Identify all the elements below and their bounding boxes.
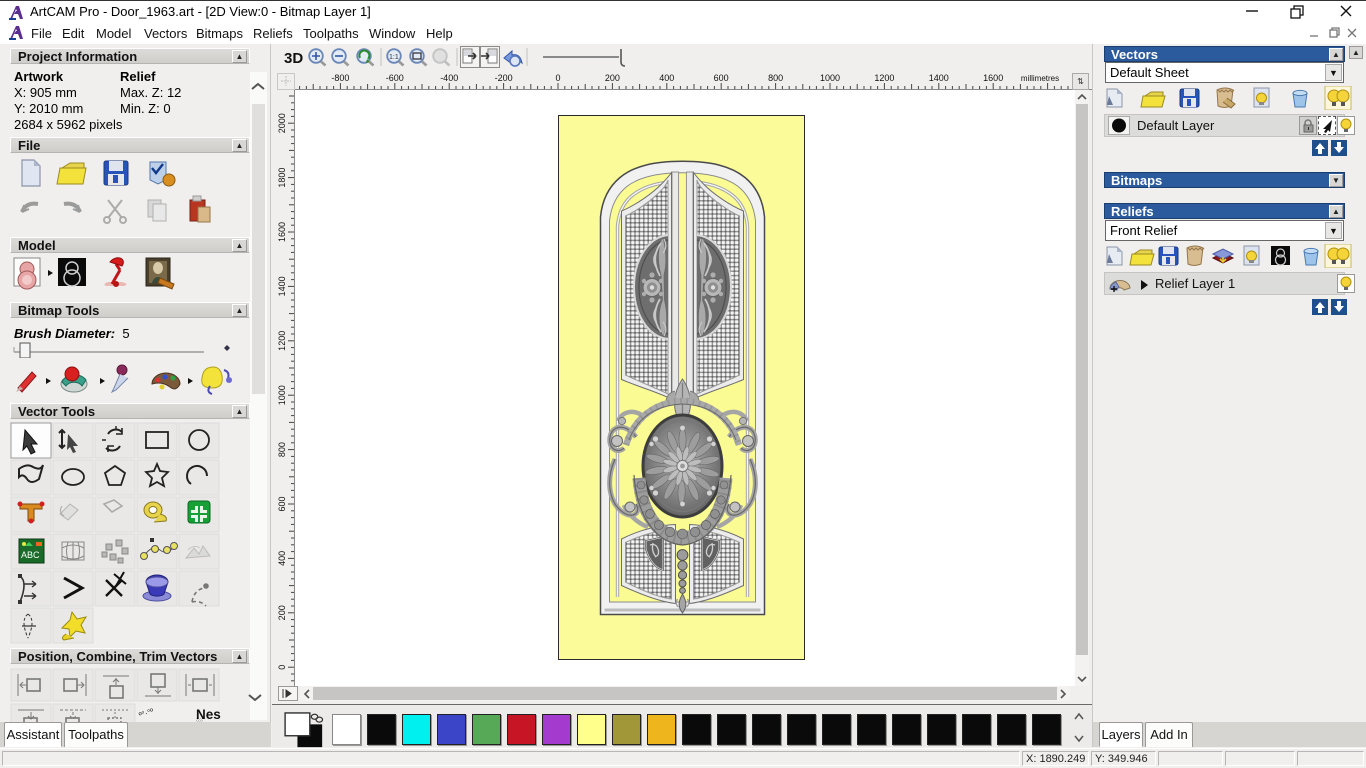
svg-text:800: 800 <box>277 442 287 457</box>
svg-text:-600: -600 <box>386 73 404 83</box>
svg-text:200: 200 <box>277 605 287 620</box>
svg-text:400: 400 <box>277 551 287 566</box>
svg-text:ABC: ABC <box>21 550 40 560</box>
svg-text:1200: 1200 <box>874 73 894 83</box>
svg-text:400: 400 <box>659 73 674 83</box>
svg-text:1400: 1400 <box>929 73 949 83</box>
svg-text:-800: -800 <box>331 73 349 83</box>
svg-text:millimetres: millimetres <box>1021 74 1059 83</box>
svg-text:1000: 1000 <box>820 73 840 83</box>
svg-text:0: 0 <box>555 73 560 83</box>
svg-text:-400: -400 <box>440 73 458 83</box>
svg-text:1000: 1000 <box>277 385 287 405</box>
svg-text:600: 600 <box>277 496 287 511</box>
svg-text:1800: 1800 <box>277 168 287 188</box>
svg-text:1400: 1400 <box>277 276 287 296</box>
svg-text:800: 800 <box>768 73 783 83</box>
svg-text:1600: 1600 <box>277 222 287 242</box>
svg-text:1200: 1200 <box>277 331 287 351</box>
svg-text:0: 0 <box>277 665 287 670</box>
svg-text:2000: 2000 <box>277 113 287 133</box>
svg-text:-200: -200 <box>495 73 513 83</box>
svg-text:3D: 3D <box>284 50 303 67</box>
svg-text:º°·°º: º°·°º <box>138 707 155 720</box>
svg-text:200: 200 <box>605 73 620 83</box>
svg-text:1600: 1600 <box>983 73 1003 83</box>
svg-text:1:1: 1:1 <box>389 54 399 61</box>
svg-text:600: 600 <box>714 73 729 83</box>
